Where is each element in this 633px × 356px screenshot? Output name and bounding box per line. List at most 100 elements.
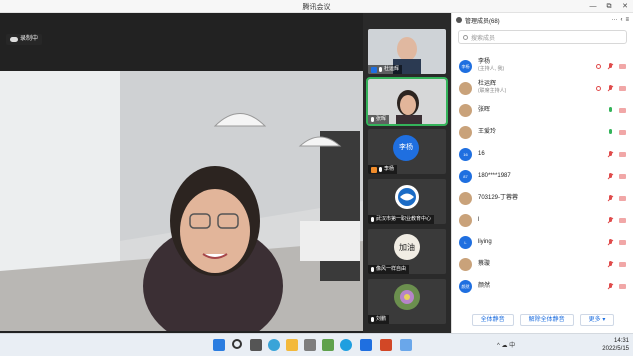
member-row[interactable]: 蔡璇 [452, 253, 633, 275]
thumbnail-name: 杜运辉 [384, 66, 400, 72]
app2-icon[interactable] [400, 339, 412, 351]
member-name-block: 杜运辉 (联席主持人) [478, 81, 506, 95]
camera-off-icon[interactable] [619, 130, 626, 135]
title-bar: 腾讯会议 — ⧉ ✕ [0, 0, 633, 13]
close-button[interactable]: ✕ [619, 1, 631, 12]
member-row[interactable]: 颜然 颜然 [452, 275, 633, 297]
member-row[interactable]: Lliying [452, 231, 633, 253]
member-search-input[interactable]: 搜索成员 [458, 30, 627, 44]
avatar: L [459, 235, 472, 249]
recording-icon [596, 86, 601, 91]
camera-off-icon[interactable] [619, 240, 626, 245]
participant-thumbnail-strip[interactable]: 杜运辉 张晖 李杨 李杨 武汉市第一职业教育中心 加油 像风一样自由 刘鹏 [363, 13, 451, 333]
member-row[interactable]: 16 16 [452, 143, 633, 165]
mic-icon[interactable] [607, 129, 613, 136]
member-status-icons [607, 261, 626, 268]
powerpoint-icon[interactable] [380, 339, 392, 351]
camera-off-icon[interactable] [619, 218, 626, 223]
member-row[interactable]: 张晖 [452, 99, 633, 121]
thumbnail[interactable]: 武汉市第一职业教育中心 [368, 179, 446, 224]
mic-muted-icon[interactable] [607, 195, 613, 202]
mic-icon[interactable] [607, 107, 613, 114]
camera-off-icon[interactable] [619, 284, 626, 289]
panel-menu-button[interactable]: ≡ [625, 17, 629, 23]
mic-muted-icon[interactable] [607, 85, 613, 92]
mic-muted-icon[interactable] [607, 239, 613, 246]
member-name: 蔡璇 [478, 260, 491, 267]
speaker-video [0, 71, 363, 331]
tencent-meeting-icon[interactable] [360, 339, 372, 351]
member-name: 颜然 [478, 282, 491, 289]
recording-indicator[interactable]: 录制中 [6, 34, 43, 45]
clock-date: 2022/5/15 [602, 346, 629, 352]
thumbnail-label: 张晖 [368, 115, 390, 124]
mic-muted-icon[interactable] [607, 151, 613, 158]
thumbnail[interactable]: 加油 像风一样自由 [368, 229, 446, 274]
search-icon[interactable] [232, 339, 242, 349]
member-status-icons [607, 151, 626, 158]
system-clock[interactable]: 14:31 2022/5/15 [602, 337, 629, 353]
more-options-button[interactable]: ··· [611, 17, 617, 23]
windows-taskbar: ^ ☁ 中 14:31 2022/5/15 [0, 333, 633, 356]
mute-all-button[interactable]: 全体静音 [471, 314, 514, 326]
task-view-icon[interactable] [250, 339, 262, 351]
mic-icon [371, 267, 374, 272]
thumbnail[interactable]: 杜运辉 [368, 29, 446, 74]
member-row[interactable]: 杜运辉 (联席主持人) [452, 77, 633, 99]
thumbnail-label: 像风一样自由 [368, 265, 410, 274]
thumbnail-label: 武汉市第一职业教育中心 [368, 215, 435, 224]
system-tray[interactable]: ^ ☁ 中 [497, 340, 515, 349]
camera-off-icon[interactable] [619, 64, 626, 69]
thumbnail-name: 张晖 [376, 116, 387, 122]
camera-off-icon[interactable] [619, 196, 626, 201]
mic-muted-icon[interactable] [607, 63, 613, 70]
member-name-block: 李杨 (主持人, 我) [478, 59, 504, 73]
member-list[interactable]: 李杨 李杨 (主持人, 我) 杜运辉 (联席主持人) 张晖 王爱玲 16 16 87 180****… [452, 55, 633, 305]
thumbnail[interactable]: 刘鹏 [368, 279, 446, 324]
start-icon[interactable] [213, 339, 225, 351]
camera-off-icon[interactable] [619, 174, 626, 179]
member-row[interactable]: 王爱玲 [452, 121, 633, 143]
camera-off-icon[interactable] [619, 86, 626, 91]
camera-off-icon[interactable] [619, 108, 626, 113]
mic-muted-icon[interactable] [607, 283, 613, 290]
mic-icon [379, 67, 382, 72]
member-row[interactable]: 703129-丁蓉蓉 [452, 187, 633, 209]
window-title: 腾讯会议 [302, 4, 331, 11]
member-status-icons [607, 107, 626, 114]
browser-icon[interactable] [340, 339, 352, 351]
panel-title: 管理成员(68) [465, 18, 500, 25]
mic-muted-icon[interactable] [607, 261, 613, 268]
member-name: 李杨 [478, 59, 491, 65]
camera-off-icon[interactable] [619, 152, 626, 157]
collapse-panel-button[interactable]: ‹ [620, 17, 622, 23]
file-explorer-icon[interactable] [286, 339, 298, 351]
mic-muted-icon[interactable] [607, 173, 613, 180]
member-name-block: 16 [478, 151, 485, 158]
member-role: (主持人, 我) [478, 66, 505, 72]
minimize-button[interactable]: — [587, 1, 599, 12]
avatar [459, 103, 472, 117]
member-name: l [478, 216, 480, 223]
edge-browser-icon[interactable] [268, 339, 280, 351]
unmute-all-button[interactable]: 解除全体静音 [519, 314, 574, 326]
maximize-button[interactable]: ⧉ [603, 1, 615, 12]
avatar [459, 125, 472, 139]
member-name-block: 蔡璇 [478, 261, 490, 268]
mic-muted-icon[interactable] [607, 217, 613, 224]
member-row[interactable]: 李杨 李杨 (主持人, 我) [452, 55, 633, 77]
member-row[interactable]: l [452, 209, 633, 231]
avatar [459, 213, 472, 227]
thumbnail-active[interactable]: 张晖 [366, 77, 448, 126]
main-video-area[interactable]: 录制中 张晖 [0, 13, 363, 345]
store-icon[interactable] [304, 339, 316, 351]
mic-icon [371, 217, 374, 222]
avatar: 李杨 [393, 135, 419, 161]
app-icon[interactable] [322, 339, 334, 351]
camera-off-icon[interactable] [619, 262, 626, 267]
member-row[interactable]: 87 180****1987 [452, 165, 633, 187]
thumbnail[interactable]: 李杨 李杨 [368, 129, 446, 174]
more-button[interactable]: 更多 ▾ [579, 314, 615, 326]
member-status-icons [596, 85, 626, 92]
panel-footer: 全体静音 解除全体静音 更多 ▾ [452, 310, 633, 330]
